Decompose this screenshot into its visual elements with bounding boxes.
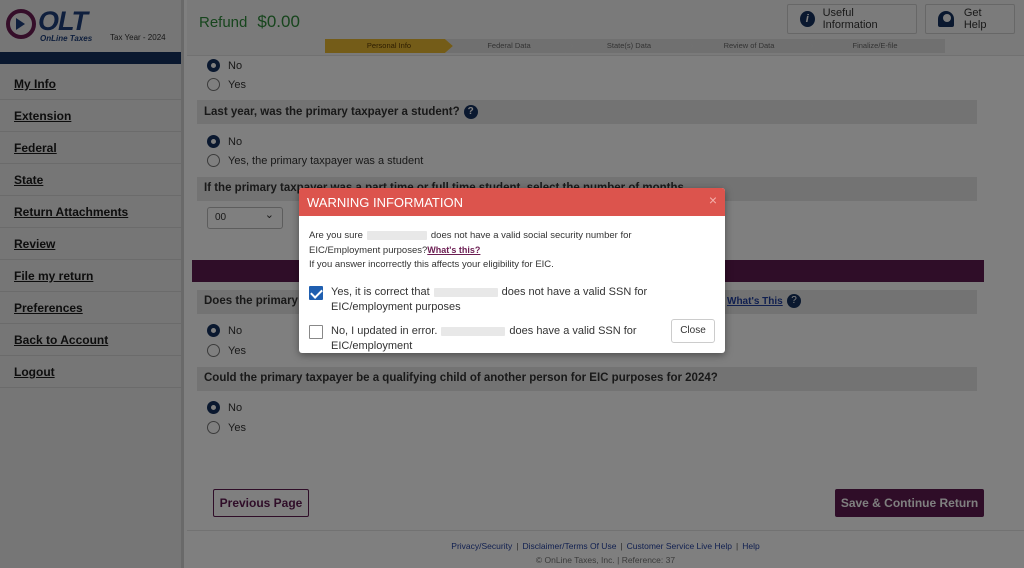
whats-this-link[interactable]: What's this? <box>427 245 480 255</box>
option-label: Yes, it is correct that does not have a v… <box>331 285 647 315</box>
redacted-name <box>441 326 506 336</box>
checkbox-checked[interactable] <box>309 286 323 300</box>
option-text: No, I updated in error. <box>331 325 438 337</box>
option-no-updated[interactable]: No, I updated in error. does have a valid… <box>309 324 715 353</box>
message-text: does not have a valid social security nu… <box>430 230 632 241</box>
message-text: EIC/Employment purposes? <box>309 245 428 256</box>
message-text: If you answer incorrectly this affects y… <box>309 259 554 270</box>
option-yes-correct[interactable]: Yes, it is correct that does not have a v… <box>309 285 715 315</box>
close-icon[interactable]: × <box>709 192 717 208</box>
option-text: EIC/employment purposes <box>331 301 461 313</box>
redacted-name <box>366 230 427 240</box>
close-button[interactable]: Close <box>671 319 715 343</box>
option-text: does not have a valid SSN for <box>501 286 648 298</box>
modal-header: WARNING INFORMATION × <box>299 188 725 216</box>
modal-message: Are you sure does not have a valid social… <box>309 229 715 272</box>
message-text: Are you sure <box>309 230 363 241</box>
modal-title: WARNING INFORMATION <box>307 195 463 210</box>
option-text: Yes, it is correct that <box>331 286 430 298</box>
redacted-name <box>433 287 498 297</box>
modal-body: Are you sure does not have a valid social… <box>299 216 725 353</box>
warning-modal: WARNING INFORMATION × Are you sure does n… <box>299 188 725 353</box>
checkbox-unchecked[interactable] <box>309 325 323 339</box>
option-label: No, I updated in error. does have a valid… <box>331 324 715 353</box>
